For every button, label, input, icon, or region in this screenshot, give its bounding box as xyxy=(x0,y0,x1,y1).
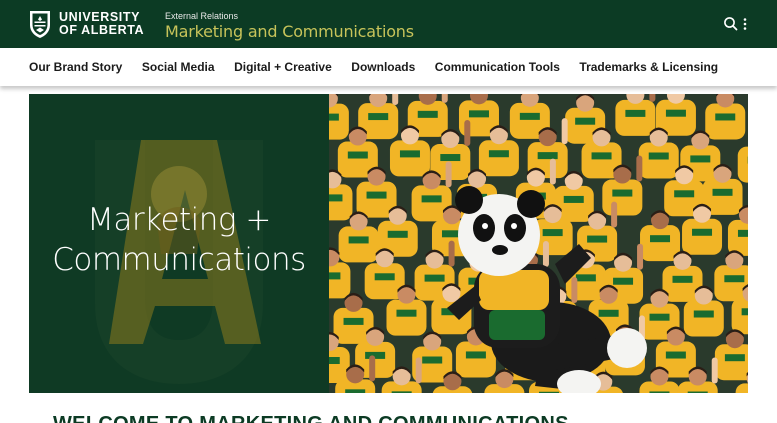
hero-title-line-2: Communications xyxy=(52,242,306,278)
search-button[interactable] xyxy=(722,15,740,33)
main-nav: Our Brand Story Social Media Digital + C… xyxy=(0,48,777,86)
nav-digital-creative[interactable]: Digital + Creative xyxy=(234,60,332,74)
nav-downloads[interactable]: Downloads xyxy=(351,60,415,74)
search-icon xyxy=(724,17,738,31)
nav-social-media[interactable]: Social Media xyxy=(142,60,215,74)
hero-banner: Marketing + Communications xyxy=(29,94,748,393)
welcome-heading: WELCOME TO MARKETING AND COMMUNICATIONS xyxy=(53,413,569,423)
logo-line-2: OF ALBERTA xyxy=(59,23,145,37)
hero-title-line-1: Marketing + xyxy=(87,202,271,238)
crowd-illustration xyxy=(329,94,748,393)
more-menu-button[interactable] xyxy=(740,15,750,33)
site-super-title[interactable]: External Relations xyxy=(165,10,414,22)
nav-communication-tools[interactable]: Communication Tools xyxy=(435,60,560,74)
university-logo[interactable]: UNIVERSITY OF ALBERTA xyxy=(28,8,146,40)
hero-photo-crowd-with-panda xyxy=(329,94,748,393)
logo-wordmark: UNIVERSITY OF ALBERTA xyxy=(59,11,144,37)
crest-icon xyxy=(30,11,50,38)
site-identity: External Relations Marketing and Communi… xyxy=(165,10,414,41)
hero-title: Marketing + Communications xyxy=(29,200,329,280)
site-title[interactable]: Marketing and Communications xyxy=(165,22,414,41)
hero-title-panel: Marketing + Communications xyxy=(29,94,329,393)
top-bar: UNIVERSITY OF ALBERTA External Relations… xyxy=(0,0,777,48)
kebab-menu-icon xyxy=(743,18,747,30)
nav-our-brand-story[interactable]: Our Brand Story xyxy=(29,60,122,74)
nav-trademarks-licensing[interactable]: Trademarks & Licensing xyxy=(579,60,718,74)
